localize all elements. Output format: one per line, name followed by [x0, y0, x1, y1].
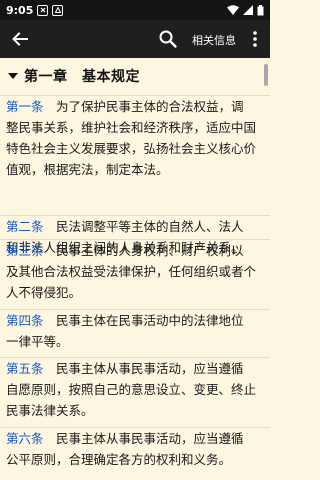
article-4: 第四条 民事主体在民事活动中的法律地位 一律平等。 — [0, 309, 270, 352]
article-label[interactable]: 第三条 — [6, 243, 44, 258]
article-text: 民事主体从事民事活动，应当遵循 — [43, 431, 244, 446]
chapter-header[interactable]: 第一章 基本规定 — [8, 66, 140, 86]
app-notification-icon — [52, 4, 64, 16]
article-3: 第三条 民事主体的人身权利、财产权利以 及其他合法权益受法律保护，任何组织或者个… — [0, 239, 270, 303]
search-icon[interactable] — [158, 29, 178, 49]
article-text: 民法调整平等主体的自然人、法人 — [43, 219, 244, 234]
article-1: 第一条 为了保护民事主体的合法权益，调 整民事关系，维护社会和经济秩序，适应中国… — [0, 95, 270, 180]
article-label[interactable]: 第一条 — [6, 99, 44, 114]
chapter-title: 第一章 基本规定 — [24, 69, 140, 85]
article-label[interactable]: 第六条 — [6, 431, 44, 446]
article-text-cont: 公平原则，合理确定各方的权利和义务。 — [6, 452, 232, 467]
wifi-icon — [227, 5, 239, 15]
more-options-icon[interactable] — [248, 29, 262, 49]
article-5: 第五条 民事主体从事民事活动，应当遵循 自愿原则，按照自己的意思设立、变更、终止… — [0, 357, 270, 421]
battery-icon — [257, 4, 264, 15]
article-text: 为了保护民事主体的合法权益，调 — [43, 99, 244, 114]
article-text: 民事主体从事民事活动，应当遵循 — [43, 361, 244, 376]
article-text-cont: 及其他合法权益受法律保护，任何组织或者个人不得侵犯。 — [6, 264, 257, 300]
related-info-button[interactable]: 相关信息 — [192, 32, 236, 48]
article-text-cont: 一律平等。 — [6, 334, 69, 349]
back-arrow-icon[interactable] — [10, 29, 30, 49]
article-6: 第六条 民事主体从事民事活动，应当遵循 公平原则，合理确定各方的权利和义务。 — [0, 427, 270, 470]
article-text-cont: 整民事关系，维护社会和经济秩序，适应中国特色社会主义发展要求，弘扬社会主义核心价… — [6, 120, 257, 177]
signal-icon — [243, 5, 253, 15]
article-text: 民事主体的人身权利、财产权利以 — [43, 243, 244, 258]
article-label[interactable]: 第五条 — [6, 361, 44, 376]
article-text-cont: 自愿原则，按照自己的意思设立、变更、终止民事法律关系。 — [6, 382, 257, 418]
caret-down-icon — [8, 73, 18, 79]
status-bar: 9:05 — [0, 0, 270, 20]
article-label[interactable]: 第二条 — [6, 219, 44, 234]
article-text: 民事主体在民事活动中的法律地位 — [43, 313, 244, 328]
article-label[interactable]: 第四条 — [6, 313, 44, 328]
notification-icon — [37, 4, 49, 16]
status-time: 9:05 — [6, 3, 34, 17]
app-bar: 相关信息 — [0, 20, 270, 58]
scrollbar-thumb[interactable] — [264, 64, 268, 86]
law-content[interactable]: 第一章 基本规定 第一条 为了保护民事主体的合法权益，调 整民事关系，维护社会和… — [0, 58, 270, 480]
